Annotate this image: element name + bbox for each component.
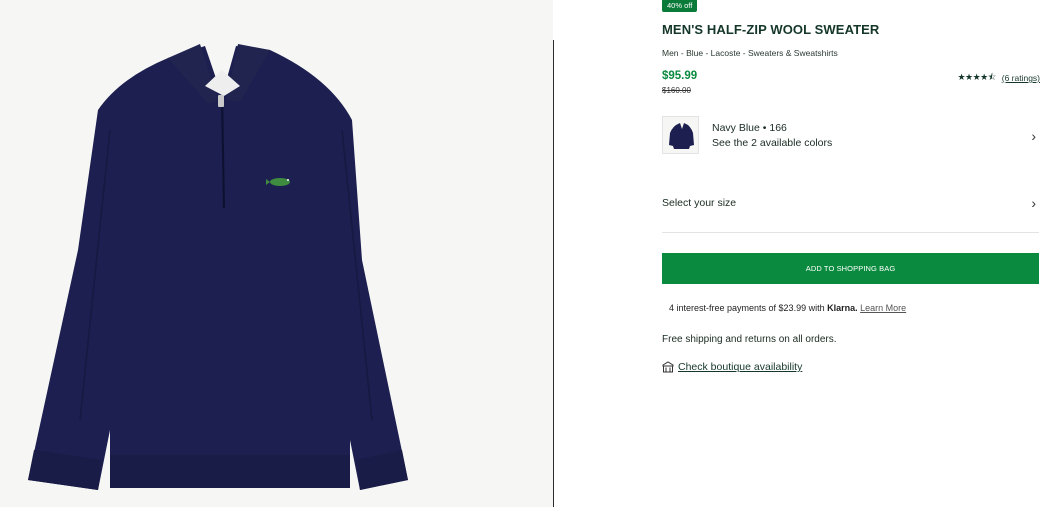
- star-icon: ★★★★⯪: [957, 72, 996, 82]
- chevron-right-icon: ›: [1031, 128, 1036, 144]
- sale-price: $95.99: [662, 70, 698, 82]
- original-price: $160.00: [662, 86, 691, 95]
- klarna-brand: Klarna.: [827, 303, 858, 313]
- size-label: Select your size: [662, 197, 737, 209]
- product-info-panel: 40% off MEN'S HALF-ZIP WOOL SWEATER Men …: [662, 0, 1040, 507]
- divider: [662, 232, 1039, 233]
- add-to-bag-button[interactable]: ADD TO SHOPPING BAG: [662, 253, 1039, 284]
- rating[interactable]: ★★★★⯪ (6 ratings): [957, 70, 1040, 86]
- check-boutique-link[interactable]: Check boutique availability: [678, 361, 802, 373]
- product-image-panel: [0, 0, 553, 507]
- product-image[interactable]: [0, 0, 553, 507]
- product-title: MEN'S HALF-ZIP WOOL SWEATER: [662, 22, 880, 37]
- color-selector[interactable]: Navy Blue • 166 See the 2 available colo…: [662, 116, 1036, 156]
- chevron-right-icon: ›: [1031, 195, 1036, 211]
- shipping-info: Free shipping and returns on all orders.: [662, 334, 837, 345]
- boutique-availability[interactable]: Check boutique availability: [662, 361, 802, 373]
- klarna-text: 4 interest-free payments of $23.99 with: [669, 303, 825, 313]
- color-name: Navy Blue • 166: [712, 122, 787, 134]
- ratings-link[interactable]: (6 ratings): [1002, 73, 1040, 83]
- color-availability: See the 2 available colors: [712, 137, 833, 149]
- breadcrumb[interactable]: Men - Blue - Lacoste - Sweaters & Sweats…: [662, 48, 838, 58]
- discount-badge: 40% off: [662, 0, 698, 12]
- panel-divider: [553, 40, 554, 507]
- sweater-body: [28, 46, 408, 490]
- size-selector[interactable]: Select your size ›: [662, 194, 1036, 214]
- klarna-info: 4 interest-free payments of $23.99 with …: [669, 303, 906, 313]
- klarna-learn-more-link[interactable]: Learn More: [860, 303, 906, 313]
- color-thumbnail: [662, 116, 699, 154]
- store-icon: [662, 361, 674, 373]
